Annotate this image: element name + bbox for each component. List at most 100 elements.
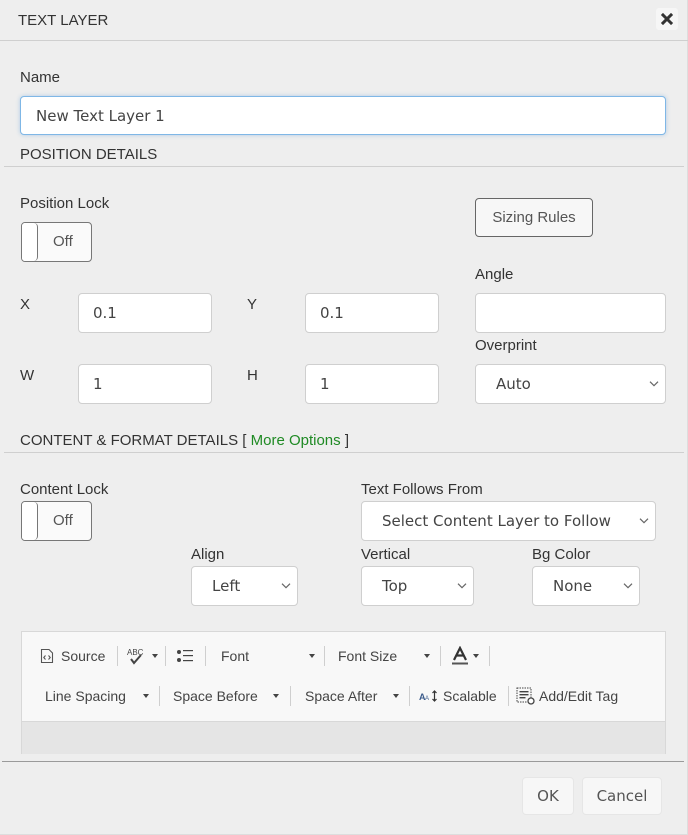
scalable-button[interactable]: A A Scalable [419, 683, 497, 709]
sizing-rules-button[interactable]: Sizing Rules [475, 198, 593, 237]
scalable-label: Scalable [443, 688, 497, 704]
ok-button[interactable]: OK [522, 777, 574, 815]
overprint-select[interactable]: Auto [475, 364, 666, 404]
line-spacing-dropdown[interactable]: Line Spacing [45, 683, 149, 709]
chevron-down-icon [281, 583, 291, 589]
name-input[interactable] [20, 96, 666, 135]
name-label: Name [20, 69, 61, 86]
toolbar-separator [117, 646, 118, 666]
caret-down-icon [309, 654, 315, 658]
spellcheck-button[interactable]: ABC [126, 643, 158, 669]
caret-down-icon [152, 654, 158, 658]
toggle-state: Off [53, 233, 73, 250]
content-lock-toggle[interactable]: Off [21, 501, 92, 541]
h-input[interactable] [305, 364, 439, 404]
toolbar-separator [205, 646, 206, 666]
toolbar-separator [324, 646, 325, 666]
toolbar-separator [159, 686, 160, 706]
rich-text-editor: Source ABC Font Font Size Line Spacing S… [21, 631, 666, 754]
caret-down-icon [143, 694, 149, 698]
text-color-button[interactable] [451, 643, 479, 669]
overprint-label: Overprint [475, 337, 537, 354]
dialog-title: TEXT LAYER [18, 12, 109, 29]
w-input[interactable] [78, 364, 212, 404]
font-size-dropdown[interactable]: Font Size [338, 643, 430, 669]
position-details-heading: POSITION DETAILS [20, 146, 158, 163]
bracket-close: ] [344, 432, 349, 449]
section-divider [4, 452, 684, 453]
content-format-title: CONTENT & FORMAT DETAILS [20, 432, 239, 449]
x-label: X [20, 296, 31, 313]
angle-input[interactable] [475, 293, 666, 333]
overprint-value: Auto [496, 375, 531, 393]
space-after-dropdown[interactable]: Space After [305, 683, 399, 709]
font-label: Font [221, 648, 250, 664]
toggle-knob [22, 223, 38, 261]
source-button[interactable]: Source [40, 643, 105, 669]
w-label: W [20, 367, 35, 384]
y-label: Y [247, 296, 258, 313]
bg-color-select[interactable]: None [532, 566, 640, 606]
toolbar-separator [165, 646, 166, 666]
toolbar-separator [290, 686, 291, 706]
spellcheck-icon: ABC [127, 648, 144, 665]
font-size-label: Font Size [338, 648, 398, 664]
cancel-button[interactable]: Cancel [582, 777, 662, 815]
toolbar-separator [508, 686, 509, 706]
footer-divider [2, 761, 684, 762]
add-edit-tag-button[interactable]: Add/Edit Tag [516, 683, 618, 709]
caret-down-icon [273, 694, 279, 698]
content-format-heading: CONTENT & FORMAT DETAILS [ More Options … [20, 432, 349, 449]
section-divider [4, 166, 684, 167]
space-before-label: Space Before [173, 688, 258, 704]
bulleted-list-icon [177, 650, 193, 662]
editor-content-area[interactable] [22, 721, 665, 754]
scalable-text-icon: A A [419, 690, 437, 702]
font-dropdown[interactable]: Font [221, 643, 315, 669]
vertical-label: Vertical [361, 546, 411, 563]
text-follows-label: Text Follows From [361, 481, 483, 498]
chevron-down-icon [457, 583, 467, 589]
vertical-select[interactable]: Top [361, 566, 474, 606]
position-lock-toggle[interactable]: Off [21, 222, 92, 262]
align-label: Align [191, 546, 225, 563]
chevron-down-icon [623, 583, 633, 589]
content-lock-label: Content Lock [20, 481, 109, 498]
toolbar-separator [440, 646, 441, 666]
close-button[interactable] [656, 8, 678, 30]
add-edit-tag-label: Add/Edit Tag [539, 688, 619, 704]
source-label: Source [61, 648, 106, 664]
bracket-open: [ [242, 432, 247, 449]
line-spacing-label: Line Spacing [45, 688, 126, 704]
h-label: H [247, 367, 258, 384]
align-value: Left [212, 577, 241, 595]
toolbar-separator [489, 646, 490, 666]
toolbar-separator [409, 686, 410, 706]
bulleted-list-button[interactable] [176, 643, 194, 669]
text-follows-select[interactable]: Select Content Layer to Follow [361, 501, 656, 541]
vertical-value: Top [382, 577, 408, 595]
bg-color-label: Bg Color [532, 546, 591, 563]
text-color-icon [452, 646, 468, 665]
bg-color-value: None [553, 577, 593, 595]
align-select[interactable]: Left [191, 566, 298, 606]
chevron-down-icon [639, 518, 649, 524]
position-lock-label: Position Lock [20, 195, 110, 212]
x-input[interactable] [78, 293, 212, 333]
svg-text:A: A [425, 696, 429, 702]
chevron-down-icon [649, 381, 659, 387]
angle-label: Angle [475, 266, 514, 283]
caret-down-icon [393, 694, 399, 698]
dialog-title-bar: TEXT LAYER [0, 0, 688, 41]
text-follows-value: Select Content Layer to Follow [382, 512, 611, 530]
y-input[interactable] [305, 293, 439, 333]
space-after-label: Space After [305, 688, 378, 704]
text-layer-dialog: TEXT LAYER Name POSITION DETAILS Positio… [0, 0, 688, 835]
toggle-knob [22, 502, 38, 540]
caret-down-icon [473, 654, 479, 658]
more-options-link[interactable]: More Options [251, 432, 341, 449]
source-icon [40, 648, 54, 664]
close-icon [661, 13, 673, 25]
caret-down-icon [424, 654, 430, 658]
space-before-dropdown[interactable]: Space Before [173, 683, 279, 709]
